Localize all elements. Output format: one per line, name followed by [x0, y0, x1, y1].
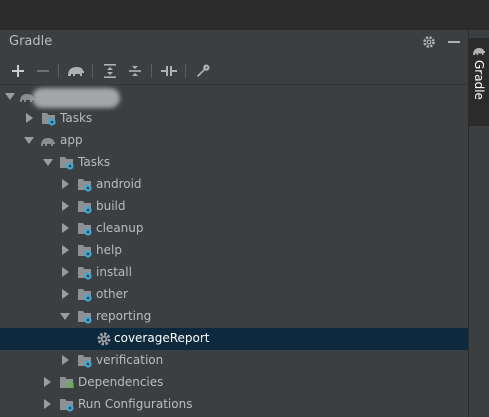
elephant-icon [472, 42, 486, 55]
tree-item-label: Dependencies [78, 375, 164, 389]
tree-item-other[interactable]: other [0, 284, 468, 306]
toolbar-separator [92, 64, 93, 78]
tree-item-label: build [96, 199, 126, 213]
tool-window-header: Gradle [0, 30, 468, 55]
toolbar-separator [151, 64, 152, 78]
tree-item-coverage-report[interactable]: coverageReport [0, 328, 468, 350]
task-folder-icon [77, 287, 93, 303]
right-tool-strip: Gradle [468, 30, 489, 417]
gradle-toolbar [0, 58, 468, 85]
tree-item-label: Tasks [78, 155, 111, 169]
tree-item-label: other [96, 287, 128, 301]
tree-item-dependencies[interactable]: Dependencies [0, 372, 468, 394]
chevron-right-icon[interactable] [24, 113, 34, 123]
tree-item-label: cleanup [96, 221, 144, 235]
elephant-icon [40, 133, 56, 149]
minus-icon[interactable] [33, 61, 53, 81]
dependencies-icon [59, 375, 75, 391]
task-folder-icon [77, 177, 93, 193]
tree-item-build[interactable]: build [0, 196, 468, 218]
expand-all-icon[interactable] [100, 61, 120, 81]
wrench-icon[interactable] [193, 61, 213, 81]
chevron-right-icon[interactable] [60, 201, 70, 211]
chevron-right-icon[interactable] [60, 267, 70, 277]
chevron-down-icon[interactable] [43, 157, 53, 167]
side-tab-label: Gradle [472, 60, 486, 100]
tree-item-help[interactable]: help [0, 240, 468, 262]
redacted-project-name [32, 88, 120, 108]
toggle-offline-icon[interactable] [159, 61, 179, 81]
tree-item-reporting[interactable]: reporting [0, 306, 468, 328]
tree-item-cleanup[interactable]: cleanup [0, 218, 468, 240]
chevron-right-icon[interactable] [60, 289, 70, 299]
chevron-right-icon[interactable] [60, 245, 70, 255]
chevron-right-icon[interactable] [60, 355, 70, 365]
task-folder-icon [77, 243, 93, 259]
tree-item-label: app [60, 133, 83, 147]
toolbar-separator [185, 64, 186, 78]
tree-item-label: reporting [96, 309, 152, 323]
task-folder-icon [77, 221, 93, 237]
gradle-tool-window: Gradle Tasks app Tasks android build cle… [0, 30, 468, 417]
minus-icon[interactable] [446, 34, 462, 50]
task-folder-icon [59, 155, 75, 171]
toolbar-separator [58, 64, 59, 78]
editor-top-strip [0, 0, 489, 31]
chevron-right-icon[interactable] [60, 223, 70, 233]
plus-icon[interactable] [8, 61, 28, 81]
task-folder-icon [41, 111, 57, 127]
tree-item-run-configurations[interactable]: Run Configurations [0, 394, 468, 416]
tree-item-label: coverageReport [114, 331, 210, 345]
tree-item-label: Tasks [60, 111, 93, 125]
chevron-down-icon[interactable] [5, 91, 15, 101]
panel-title: Gradle [9, 34, 53, 49]
tree-item-install[interactable]: install [0, 262, 468, 284]
chevron-down-icon[interactable] [60, 311, 70, 321]
tree-item-verification[interactable]: verification [0, 350, 468, 372]
tree-root-project[interactable] [0, 86, 468, 108]
tree-item-label: Run Configurations [78, 397, 193, 411]
tree-item-label: install [96, 265, 132, 279]
gradle-tree[interactable]: Tasks app Tasks android build cleanup he… [0, 86, 468, 417]
tree-item-label: verification [96, 353, 164, 367]
tree-item-app[interactable]: app [0, 130, 468, 152]
task-folder-icon [77, 265, 93, 281]
chevron-right-icon[interactable] [60, 179, 70, 189]
gear-icon [96, 331, 112, 347]
tree-item-android[interactable]: android [0, 174, 468, 196]
chevron-right-icon[interactable] [42, 377, 52, 387]
elephant-icon[interactable] [66, 61, 86, 81]
tree-item-app-tasks[interactable]: Tasks [0, 152, 468, 174]
gradle-side-tab[interactable]: Gradle [469, 38, 489, 126]
gear-icon[interactable] [421, 34, 437, 50]
chevron-down-icon[interactable] [24, 135, 34, 145]
task-folder-icon [77, 309, 93, 325]
tree-item-label: help [96, 243, 122, 257]
task-folder-icon [77, 199, 93, 215]
task-folder-icon [59, 397, 75, 413]
tree-item-label: android [96, 177, 142, 191]
chevron-right-icon[interactable] [42, 399, 52, 409]
collapse-all-icon[interactable] [125, 61, 145, 81]
task-folder-icon [77, 353, 93, 369]
tree-item-tasks[interactable]: Tasks [0, 108, 468, 130]
